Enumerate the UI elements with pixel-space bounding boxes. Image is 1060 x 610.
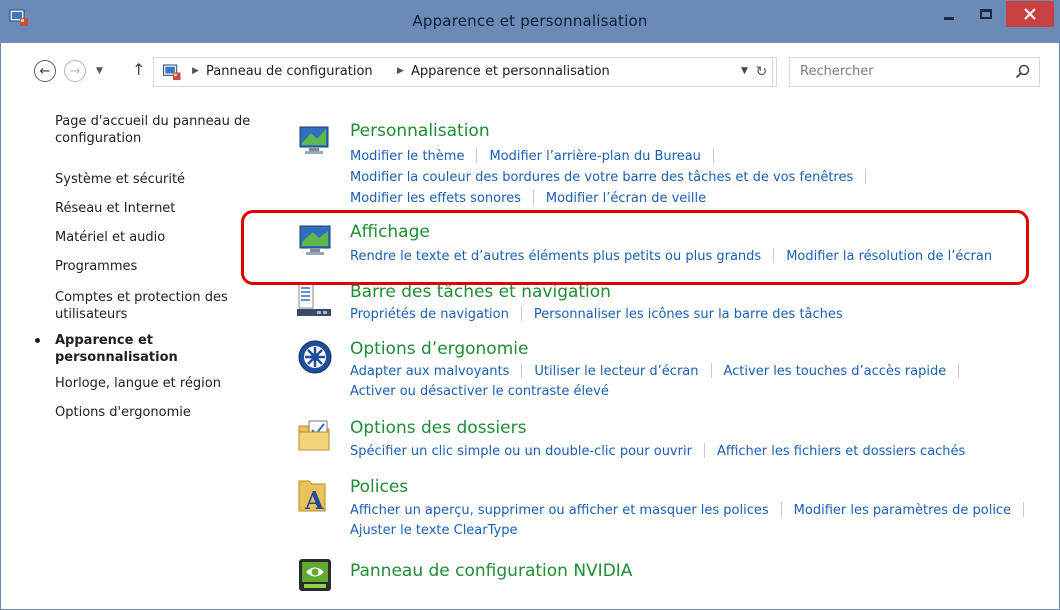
highlight-annotation <box>241 210 1029 285</box>
link-change-screensaver[interactable]: Modifier l’écran de veille <box>546 191 706 206</box>
link-separator <box>710 363 712 378</box>
link-separator <box>712 148 714 163</box>
link-change-theme[interactable]: Modifier le thème <box>350 149 464 164</box>
back-button[interactable]: ← <box>34 60 56 82</box>
leftnav-item-system-security[interactable]: Système et sécurité <box>55 171 265 188</box>
breadcrumb-appearance[interactable]: Apparence et personnalisation <box>411 64 610 79</box>
search-box[interactable]: Rechercher <box>789 57 1040 87</box>
address-bar[interactable]: ▶ Panneau de configuration ▶ Apparence e… <box>153 57 773 87</box>
back-arrow-icon: ← <box>39 63 51 79</box>
link-screen-reader[interactable]: Utiliser le lecteur d’écran <box>534 364 698 379</box>
ease-of-access-icon <box>298 340 332 374</box>
navigation-bar: ← → ▼ ↑ ▶ Panneau de configuration ▶ App… <box>1 43 1059 99</box>
link-separator <box>703 443 705 458</box>
category-title[interactable]: Options d’ergonomie <box>350 339 528 359</box>
search-input[interactable]: Rechercher <box>800 64 874 79</box>
leftnav-item-hardware-sound[interactable]: Matériel et audio <box>55 229 265 246</box>
link-change-border-color[interactable]: Modifier la couleur des bordures de votr… <box>350 170 853 185</box>
minimize-button[interactable] <box>934 1 964 27</box>
link-change-sounds[interactable]: Modifier les effets sonores <box>350 191 521 206</box>
category-title[interactable]: Polices <box>350 477 408 497</box>
category-title[interactable]: Panneau de configuration NVIDIA <box>350 561 632 581</box>
link-show-hidden-files[interactable]: Afficher les fichiers et dossiers cachés <box>717 444 965 459</box>
minimize-icon <box>944 16 954 20</box>
control-panel-icon <box>163 64 181 81</box>
refresh-icon: ↻ <box>755 64 768 80</box>
leftnav-item-ease-of-access[interactable]: Options d'ergonomie <box>55 404 265 421</box>
close-button[interactable] <box>1006 1 1054 27</box>
window-title: Apparence et personnalisation <box>412 12 648 30</box>
link-cleartype[interactable]: Ajuster le texte ClearType <box>350 523 517 538</box>
link-high-contrast[interactable]: Activer ou désactiver le contraste élevé <box>350 384 609 399</box>
maximize-icon <box>980 9 992 19</box>
link-separator <box>780 502 782 517</box>
link-sticky-keys[interactable]: Activer les touches d’accès rapide <box>724 364 947 379</box>
link-separator <box>865 169 867 184</box>
close-icon <box>1024 8 1036 20</box>
fonts-icon: A <box>298 480 326 513</box>
svg-text:A: A <box>304 486 324 513</box>
link-click-options[interactable]: Spécifier un clic simple ou un double-cl… <box>350 444 692 459</box>
link-change-background[interactable]: Modifier l’arrière-plan du Bureau <box>489 149 700 164</box>
leftnav-item-home[interactable]: Page d'accueil du panneau de configurati… <box>55 113 260 147</box>
title-bar[interactable]: Apparence et personnalisation <box>1 1 1059 43</box>
breadcrumb-control-panel[interactable]: Panneau de configuration <box>206 64 373 79</box>
category-title[interactable]: Options des dossiers <box>350 418 526 438</box>
link-separator <box>520 306 522 321</box>
taskbar-icon <box>297 283 331 316</box>
category-title[interactable]: Barre des tâches et navigation <box>350 282 611 302</box>
leftnav-item-clock-language[interactable]: Horloge, langue et région <box>55 375 265 392</box>
forward-arrow-icon: → <box>69 63 81 79</box>
link-font-settings[interactable]: Modifier les paramètres de police <box>794 503 1011 518</box>
link-separator <box>521 363 523 378</box>
leftnav-item-programs[interactable]: Programmes <box>55 258 265 275</box>
up-button[interactable]: ↑ <box>132 60 145 79</box>
control-panel-window: Apparence et personnalisation ← → ▼ ↑ ▶ … <box>0 0 1060 610</box>
category-title[interactable]: Personnalisation <box>350 121 490 141</box>
link-customize-taskbar-icons[interactable]: Personnaliser les icônes sur la barre de… <box>534 307 843 322</box>
search-icon[interactable] <box>1015 64 1031 80</box>
link-low-vision[interactable]: Adapter aux malvoyants <box>350 364 509 379</box>
maximize-button[interactable] <box>971 1 1001 27</box>
link-separator <box>476 148 478 163</box>
current-page-bullet <box>35 338 40 343</box>
link-navigation-properties[interactable]: Propriétés de navigation <box>350 307 509 322</box>
folder-options-icon <box>298 420 330 451</box>
breadcrumb-chevron-icon[interactable]: ▶ <box>192 66 199 76</box>
refresh-button[interactable]: ↻ <box>747 57 777 87</box>
link-separator <box>958 363 960 378</box>
leftnav-item-user-accounts[interactable]: Comptes et protection des utilisateurs <box>55 289 240 323</box>
link-separator <box>1023 502 1025 517</box>
breadcrumb-chevron-icon[interactable]: ▶ <box>397 66 404 76</box>
forward-button[interactable]: → <box>64 60 86 82</box>
leftnav-item-network[interactable]: Réseau et Internet <box>55 200 265 217</box>
link-font-preview[interactable]: Afficher un aperçu, supprimer ou affiche… <box>350 503 769 518</box>
recent-locations-dropdown[interactable]: ▼ <box>96 66 103 76</box>
nvidia-icon <box>299 559 331 591</box>
leftnav-item-appearance: Apparence et personnalisation <box>35 332 205 366</box>
up-arrow-icon: ↑ <box>132 60 146 79</box>
link-separator <box>532 190 534 205</box>
leftnav-item-appearance-label: Apparence et personnalisation <box>55 333 178 365</box>
personalization-icon <box>299 126 329 154</box>
